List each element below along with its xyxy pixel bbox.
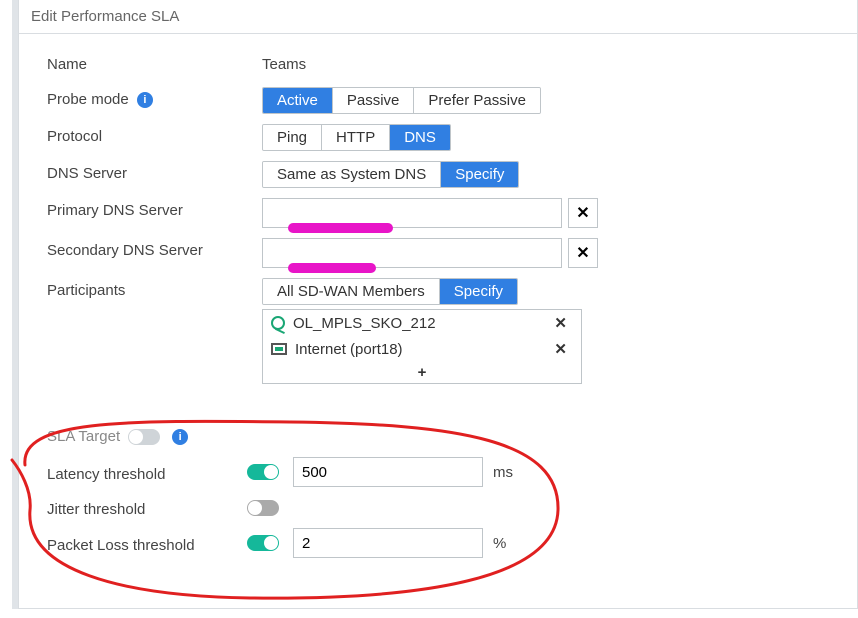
primary-dns-label: Primary DNS Server [47,198,262,219]
packet-loss-unit: % [493,535,506,552]
member-label: OL_MPLS_SKO_212 [293,315,540,332]
close-icon: ✕ [576,243,589,263]
port-icon [271,343,287,355]
participants-members-box: OL_MPLS_SKO_212 ✕ Internet (port18) ✕ + [262,309,582,384]
sla-target-label: SLA Target [47,428,120,445]
panel-title: Edit Performance SLA [19,0,857,34]
latency-unit: ms [493,464,513,481]
probe-mode-label: Probe mode i [47,87,262,108]
protocol-label: Protocol [47,124,262,145]
jitter-toggle[interactable] [247,500,279,516]
participants-specify[interactable]: Specify [440,279,517,304]
participants-all[interactable]: All SD-WAN Members [263,279,440,304]
participants-group: All SD-WAN Members Specify [262,278,518,305]
dns-server-label: DNS Server [47,161,262,182]
secondary-dns-remove[interactable]: ✕ [568,238,598,268]
info-icon[interactable]: i [172,429,188,445]
probe-mode-prefer-passive[interactable]: Prefer Passive [414,88,540,113]
close-icon: ✕ [576,203,589,223]
jitter-label: Jitter threshold [47,497,247,518]
sla-target-toggle[interactable] [128,429,160,445]
latency-label: Latency threshold [47,462,247,483]
secondary-dns-label: Secondary DNS Server [47,238,262,259]
packet-loss-label: Packet Loss threshold [47,533,247,554]
redaction-mark [288,263,376,273]
dns-server-specify[interactable]: Specify [441,162,518,187]
edit-sla-panel: Edit Performance SLA Name Teams Probe mo… [18,0,858,609]
packet-loss-toggle[interactable] [247,535,279,551]
member-row[interactable]: Internet (port18) ✕ [263,336,581,362]
member-remove[interactable]: ✕ [548,339,573,359]
dns-server-group: Same as System DNS Specify [262,161,519,188]
protocol-group: Ping HTTP DNS [262,124,451,151]
probe-mode-group: Active Passive Prefer Passive [262,87,541,114]
protocol-ping[interactable]: Ping [263,125,322,150]
name-label: Name [47,52,262,73]
member-add-button[interactable]: + [263,362,581,383]
name-value: Teams [262,52,829,77]
protocol-dns[interactable]: DNS [390,125,450,150]
probe-mode-passive[interactable]: Passive [333,88,415,113]
dns-server-same[interactable]: Same as System DNS [263,162,441,187]
primary-dns-remove[interactable]: ✕ [568,198,598,228]
member-remove[interactable]: ✕ [548,313,573,333]
latency-input[interactable] [293,457,483,487]
protocol-http[interactable]: HTTP [322,125,390,150]
packet-loss-input[interactable] [293,528,483,558]
info-icon[interactable]: i [137,92,153,108]
tunnel-icon [271,316,285,330]
redaction-mark [288,223,393,233]
latency-toggle[interactable] [247,464,279,480]
member-row[interactable]: OL_MPLS_SKO_212 ✕ [263,310,581,336]
participants-label: Participants [47,278,262,299]
member-label: Internet (port18) [295,341,540,358]
probe-mode-active[interactable]: Active [263,88,333,113]
